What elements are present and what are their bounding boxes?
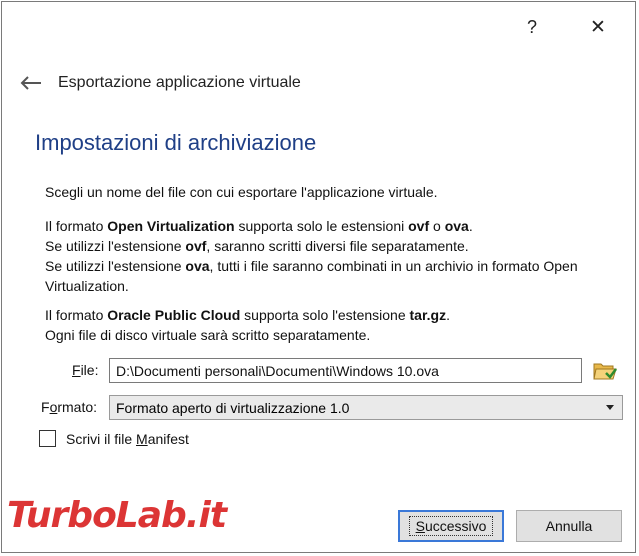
intro-text: Scegli un nome del file con cui esportar… <box>45 184 438 200</box>
ovf-info-text: Il formato Open Virtualization supporta … <box>45 218 578 294</box>
manifest-checkbox-label: Scrivi il file Manifest <box>66 430 189 447</box>
format-selected-value: Formato aperto di virtualizzazione 1.0 <box>116 399 350 416</box>
manifest-option[interactable]: Scrivi il file Manifest <box>39 430 189 447</box>
dialog-window: ? ✕ Esportazione applicazione virtuale I… <box>1 1 636 553</box>
browse-file-button[interactable] <box>591 358 619 384</box>
back-button[interactable] <box>16 68 46 98</box>
file-path-input[interactable] <box>109 358 582 383</box>
file-label: File: <box>72 362 99 378</box>
cancel-button[interactable]: Annulla <box>516 510 622 542</box>
page-title: Impostazioni di archiviazione <box>35 130 317 155</box>
wizard-title: Esportazione applicazione virtuale <box>58 74 301 91</box>
opc-info-text: Il formato Oracle Public Cloud supporta … <box>45 307 450 343</box>
help-button[interactable]: ? <box>510 10 554 44</box>
arrow-left-icon <box>20 76 41 90</box>
chevron-down-icon <box>606 405 614 410</box>
title-bar: ? ✕ <box>2 2 635 52</box>
next-button[interactable]: Successivo <box>398 510 504 542</box>
wizard-header: Esportazione applicazione virtuale <box>16 68 301 98</box>
format-label: Formato: <box>41 399 98 415</box>
watermark-logo: TurboLab.it <box>7 495 227 536</box>
folder-open-icon <box>593 363 617 380</box>
next-button-label: Successivo <box>408 516 494 536</box>
format-select[interactable]: Formato aperto di virtualizzazione 1.0 <box>109 395 623 420</box>
manifest-checkbox[interactable] <box>39 430 56 447</box>
close-button[interactable]: ✕ <box>576 10 620 44</box>
